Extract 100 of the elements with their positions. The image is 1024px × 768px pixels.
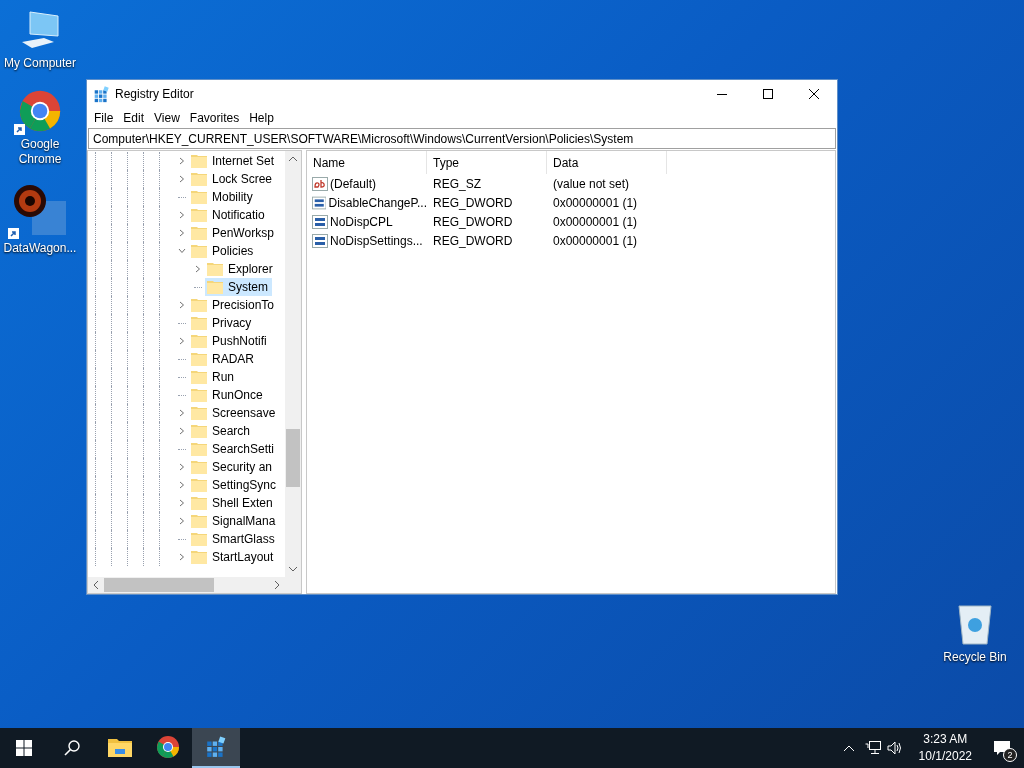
- menu-item[interactable]: Favorites: [184, 109, 245, 127]
- chevron-right-icon[interactable]: [178, 175, 186, 183]
- chevron-down-icon[interactable]: [178, 247, 186, 255]
- folder-icon: [191, 442, 207, 456]
- chevron-right-icon[interactable]: [178, 229, 186, 237]
- folder-icon: [191, 154, 207, 168]
- scrollbar-thumb[interactable]: [104, 578, 214, 592]
- folder-icon: [191, 226, 207, 240]
- folder-icon: [191, 460, 207, 474]
- menu-item[interactable]: Help: [244, 109, 279, 127]
- tree-item[interactable]: Screensave: [175, 404, 280, 422]
- folder-icon: [191, 172, 207, 186]
- menu-item[interactable]: View: [149, 109, 185, 127]
- tree-item[interactable]: PrecisionTo: [175, 296, 279, 314]
- chrome-icon: [156, 735, 180, 759]
- binary-value-icon: [312, 214, 328, 229]
- folder-icon: [191, 352, 207, 366]
- tree-item[interactable]: SettingSync: [175, 476, 281, 494]
- registry-editor-icon: [93, 85, 110, 103]
- value-data: 0x00000001 (1): [552, 194, 638, 212]
- chevron-right-icon[interactable]: [178, 481, 186, 489]
- tree-item[interactable]: Search: [175, 422, 255, 440]
- horizontal-scrollbar[interactable]: [88, 577, 285, 593]
- clock[interactable]: 3:23 AM 10/1/2022: [910, 731, 980, 765]
- tree-item[interactable]: Policies: [175, 242, 258, 260]
- column-header[interactable]: Name: [307, 151, 427, 174]
- tree-item[interactable]: SignalMana: [175, 512, 280, 530]
- tree-item[interactable]: PushNotifi: [175, 332, 271, 350]
- column-header[interactable]: Type: [427, 151, 547, 174]
- value-data: 0x00000001 (1): [552, 232, 638, 250]
- taskbar-app[interactable]: [192, 728, 240, 768]
- folder-icon: [191, 190, 207, 204]
- tree-item[interactable]: Notificatio: [175, 206, 269, 224]
- desktop-icon-label[interactable]: My Computer: [4, 56, 76, 71]
- menu-item[interactable]: Edit: [118, 109, 150, 127]
- tree-item[interactable]: Lock Scree: [175, 170, 277, 188]
- chevron-right-icon[interactable]: [178, 211, 186, 219]
- folder-icon: [191, 424, 207, 438]
- folder-icon: [191, 370, 207, 384]
- folder-icon: [191, 388, 207, 402]
- folder-icon: [191, 532, 207, 546]
- chevron-right-icon[interactable]: [178, 409, 186, 417]
- tree-item[interactable]: RADAR: [175, 350, 258, 368]
- chevron-right-icon[interactable]: [178, 553, 186, 561]
- folder-icon: [191, 316, 207, 330]
- tree-item[interactable]: Security an: [175, 458, 277, 476]
- string-value-icon: [312, 176, 328, 191]
- message-icon: [994, 740, 1010, 756]
- search-icon: [63, 739, 81, 757]
- tree-item[interactable]: SearchSetti: [175, 440, 279, 458]
- tree-item[interactable]: Privacy: [175, 314, 256, 332]
- close-icon: [809, 89, 819, 99]
- chevron-right-icon[interactable]: [178, 301, 186, 309]
- column-header[interactable]: Data: [547, 151, 667, 174]
- value-data: 0x00000001 (1): [552, 213, 638, 231]
- chrome-icon: [18, 89, 62, 133]
- value-data: (value not set): [552, 175, 630, 193]
- chevron-right-icon[interactable]: [178, 157, 186, 165]
- tree-item[interactable]: StartLayout: [175, 548, 278, 566]
- value-name[interactable]: (Default): [330, 174, 376, 193]
- value-type: REG_DWORD: [432, 213, 514, 231]
- folder-icon: [191, 550, 207, 564]
- chevron-right-icon[interactable]: [178, 463, 186, 471]
- desktop-icon-label[interactable]: Google Chrome: [0, 137, 80, 167]
- tree-item[interactable]: RunOnce: [175, 386, 267, 404]
- chevron-right-icon[interactable]: [178, 499, 186, 507]
- scrollbar-thumb[interactable]: [286, 429, 300, 487]
- value-name[interactable]: NoDispCPL: [330, 212, 393, 231]
- eye-icon: [12, 185, 68, 237]
- windows-logo-icon: [16, 740, 32, 756]
- chevron-right-icon[interactable]: [178, 427, 186, 435]
- folder-icon: [191, 298, 207, 312]
- folder-icon: [191, 514, 207, 528]
- address-bar[interactable]: Computer\HKEY_CURRENT_USER\SOFTWARE\Microsoft\Windows\CurrentVersion\Policies\System: [88, 128, 836, 149]
- tree-item[interactable]: Run: [175, 368, 238, 386]
- chevron-right-icon[interactable]: [178, 337, 186, 345]
- chevron-right-icon[interactable]: [178, 517, 186, 525]
- speaker-icon[interactable]: [886, 741, 903, 755]
- desktop-icon-label[interactable]: Recycle Bin: [943, 650, 1007, 665]
- tree-item[interactable]: Shell Exten: [175, 494, 277, 512]
- notifications-button[interactable]: 2: [980, 728, 1024, 768]
- chevron-up-icon[interactable]: [842, 744, 855, 752]
- folder-icon: [191, 496, 207, 510]
- vertical-scrollbar[interactable]: [285, 151, 301, 593]
- network-icon[interactable]: [864, 741, 881, 755]
- value-name[interactable]: NoDispSettings...: [330, 231, 423, 250]
- tree-item[interactable]: Explorer: [191, 260, 277, 278]
- notification-count: 2: [1003, 748, 1017, 762]
- desktop-icon-label[interactable]: DataWagon...: [3, 241, 77, 256]
- tree-item[interactable]: PenWorksp: [175, 224, 278, 242]
- binary-value-icon: [312, 195, 327, 210]
- menu-item[interactable]: File: [89, 109, 119, 127]
- chevron-right-icon[interactable]: [194, 265, 202, 273]
- folder-icon: [191, 478, 207, 492]
- value-type: REG_DWORD: [432, 194, 514, 212]
- tree-item[interactable]: Mobility: [175, 188, 257, 206]
- tree-item[interactable]: SmartGlass: [175, 530, 279, 548]
- tree-item[interactable]: Internet Set: [175, 152, 279, 170]
- value-name[interactable]: DisableChangeP...: [328, 193, 427, 212]
- folder-icon: [108, 737, 132, 757]
